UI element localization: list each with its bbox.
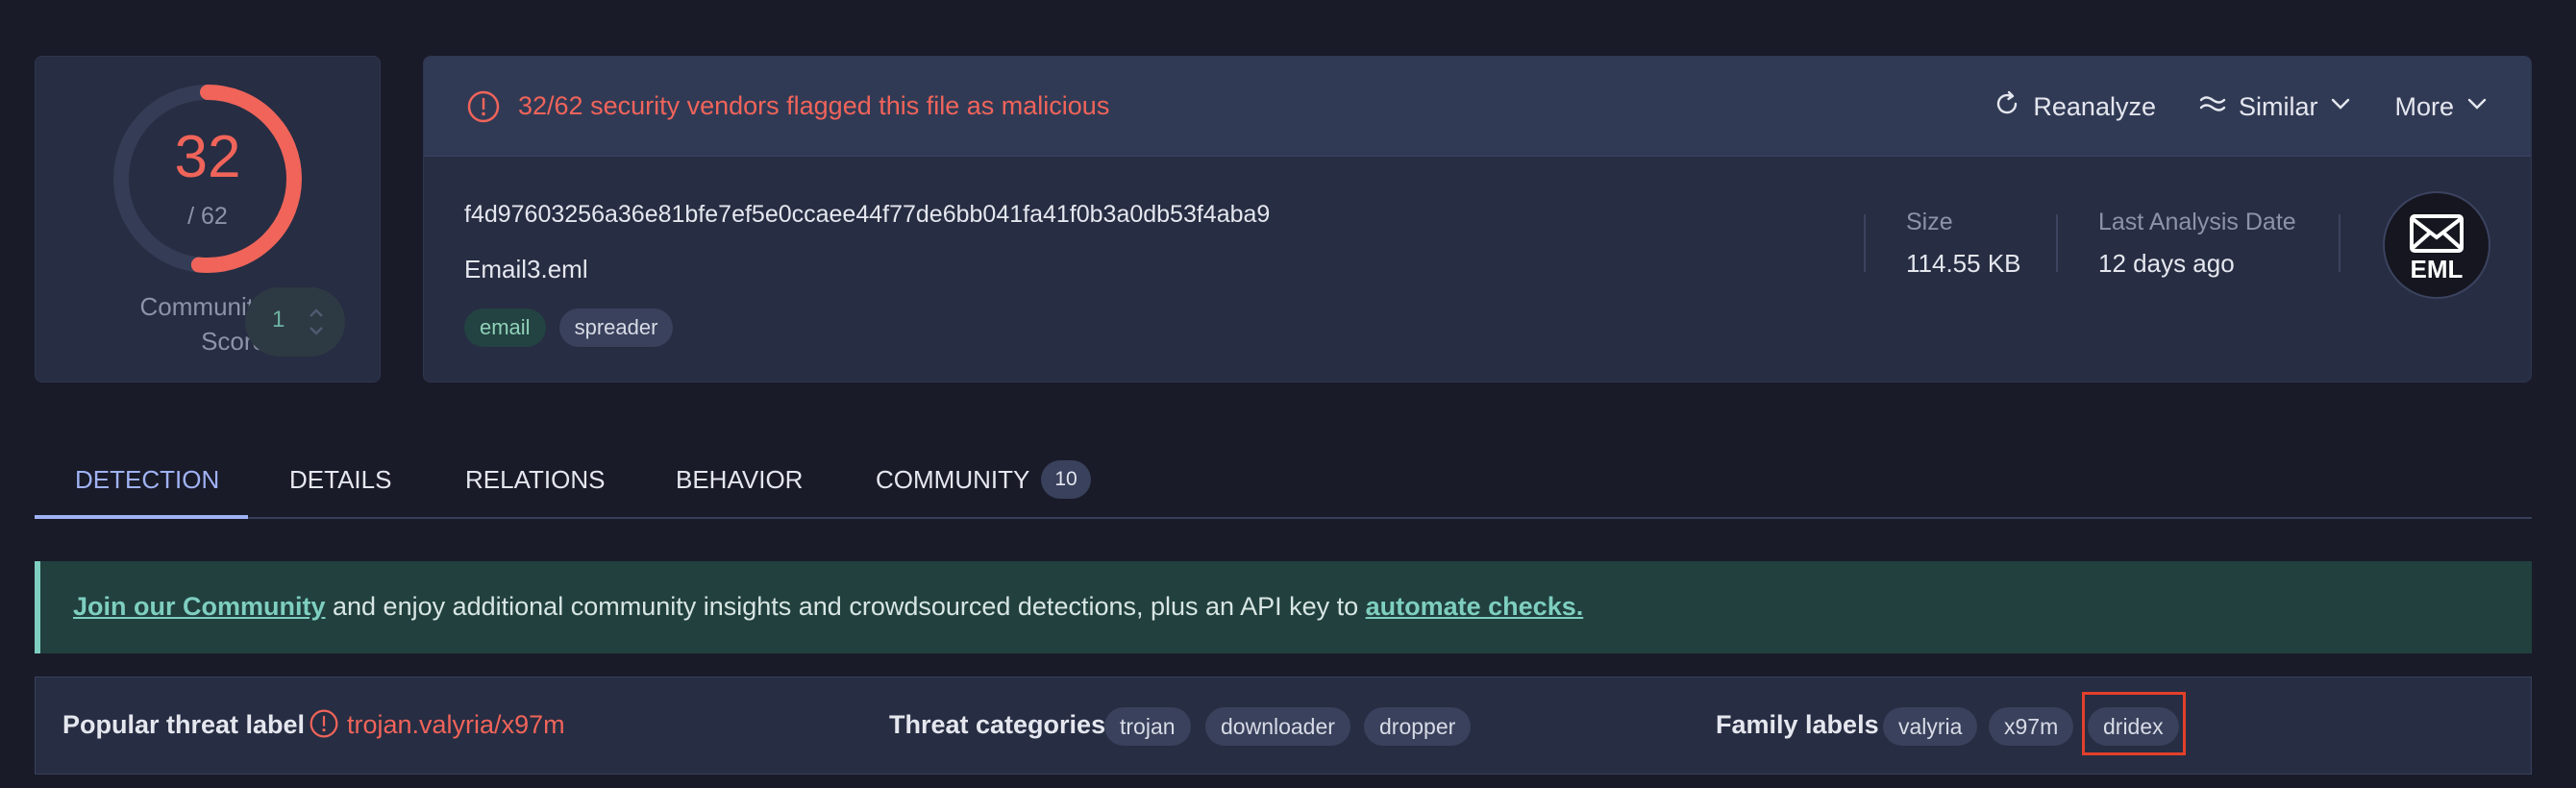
automate-checks-link[interactable]: automate checks. — [1366, 592, 1584, 621]
community-score-label: Community Score — [139, 292, 266, 356]
size-value: 114.55 KB — [1906, 249, 2021, 278]
size-label: Size — [1906, 209, 1953, 235]
file-actions: Reanalyze Similar More — [1993, 89, 2489, 125]
similar-label: Similar — [2238, 92, 2318, 121]
tab-details[interactable]: DETAILS — [289, 440, 391, 519]
file-type-label: EML — [2411, 255, 2464, 283]
refresh-icon — [1993, 89, 2021, 125]
tag-email[interactable]: email — [464, 308, 546, 347]
tab-detection[interactable]: DETECTION — [75, 440, 219, 519]
tab-behavior[interactable]: BEHAVIOR — [676, 440, 803, 519]
highlight-box — [2082, 692, 2186, 755]
divider — [2339, 214, 2341, 272]
popular-threat-value[interactable]: trojan.valyria/x97m — [347, 710, 565, 740]
tab-label: DETECTION — [75, 464, 220, 494]
alert-circle-icon — [466, 89, 501, 129]
divider — [1864, 214, 1866, 272]
reanalyze-label: Reanalyze — [2033, 92, 2156, 121]
tab-label: DETAILS — [289, 464, 392, 494]
banner-text: Join our Community and enjoy additional … — [73, 592, 1583, 622]
similar-icon — [2198, 89, 2227, 125]
community-score-stepper[interactable]: 1 — [245, 287, 345, 357]
file-type-badge: EML — [2383, 191, 2490, 299]
tab-label: BEHAVIOR — [676, 464, 804, 494]
family-pill[interactable]: valyria — [1883, 707, 1978, 746]
tab-bar: DETECTION DETAILS RELATIONS BEHAVIOR COM… — [35, 440, 2532, 519]
more-label: More — [2394, 92, 2454, 121]
alert-text: 32/62 security vendors flagged this file… — [518, 91, 1110, 120]
chevron-down-icon — [2329, 92, 2352, 122]
category-pill[interactable]: trojan — [1104, 707, 1191, 746]
file-name: Email3.eml — [464, 255, 588, 283]
category-pill[interactable]: downloader — [1205, 707, 1350, 746]
tab-community[interactable]: COMMUNITY 10 — [876, 440, 1091, 519]
chevron-down-icon — [2465, 92, 2489, 122]
popular-threat-label: Popular threat label — [62, 710, 306, 739]
alert-bar: 32/62 security vendors flagged this file… — [424, 57, 2531, 157]
join-community-link[interactable]: Join our Community — [73, 592, 326, 621]
tag-spreader[interactable]: spreader — [558, 308, 674, 347]
threat-categories-label: Threat categories — [889, 710, 1106, 739]
file-tags: email spreader — [464, 308, 674, 347]
stepper-arrows-icon[interactable] — [307, 303, 326, 346]
detection-gauge: 32 / 62 — [109, 80, 307, 278]
last-analysis-value: 12 days ago — [2098, 249, 2235, 278]
family-pill[interactable]: x97m — [1989, 707, 2074, 746]
detection-score-card: 32 / 62 Community Score 1 — [35, 56, 381, 382]
family-labels-label: Family labels — [1716, 710, 1879, 739]
detection-count: 32 — [174, 124, 241, 190]
reanalyze-button[interactable]: Reanalyze — [1993, 89, 2156, 125]
alert-circle-icon — [309, 708, 339, 744]
divider — [2056, 214, 2058, 272]
tab-label: RELATIONS — [465, 464, 606, 494]
tab-relations[interactable]: RELATIONS — [465, 440, 605, 519]
tab-label: COMMUNITY — [876, 464, 1030, 494]
detection-total: / 62 — [187, 203, 228, 230]
active-tab-indicator — [35, 515, 248, 519]
more-dropdown[interactable]: More — [2394, 92, 2489, 122]
last-analysis-label: Last Analysis Date — [2098, 209, 2296, 235]
community-banner: Join our Community and enjoy additional … — [35, 561, 2532, 653]
file-hash[interactable]: f4d97603256a36e81bfe7ef5e0ccaee44f77de6b… — [464, 201, 1270, 229]
envelope-icon: EML — [2410, 214, 2464, 283]
category-pill[interactable]: dropper — [1364, 707, 1472, 746]
similar-dropdown[interactable]: Similar — [2198, 89, 2353, 125]
banner-middle-text: and enjoy additional community insights … — [325, 592, 1366, 621]
file-summary-panel: 32/62 security vendors flagged this file… — [423, 56, 2532, 382]
community-score-value: 1 — [272, 307, 285, 332]
community-count-badge: 10 — [1041, 460, 1091, 499]
